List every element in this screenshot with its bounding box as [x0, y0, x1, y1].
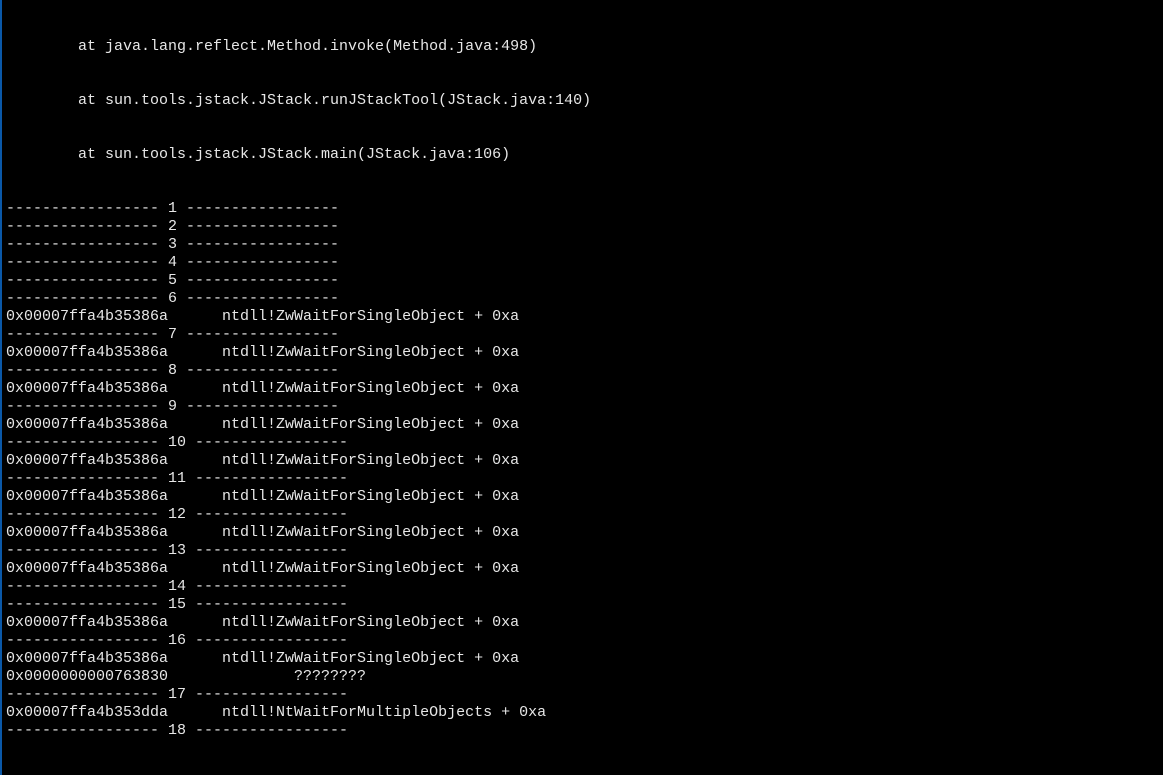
native-frame-line: 0x0000000000763830 ????????: [6, 668, 1163, 686]
stack-trace-line: at sun.tools.jstack.JStack.main(JStack.j…: [6, 146, 1163, 164]
thread-separator: ----------------- 6 -----------------: [6, 290, 1163, 308]
native-frame-line: 0x00007ffa4b35386a ntdll!ZwWaitForSingle…: [6, 650, 1163, 668]
native-frame-line: 0x00007ffa4b35386a ntdll!ZwWaitForSingle…: [6, 452, 1163, 470]
thread-separator: ----------------- 1 -----------------: [6, 200, 1163, 218]
thread-separator: ----------------- 13 -----------------: [6, 542, 1163, 560]
native-frame-line: 0x00007ffa4b35386a ntdll!ZwWaitForSingle…: [6, 524, 1163, 542]
thread-dump-entries: ----------------- 1 --------------------…: [6, 200, 1163, 740]
thread-separator: ----------------- 7 -----------------: [6, 326, 1163, 344]
thread-separator: ----------------- 17 -----------------: [6, 686, 1163, 704]
thread-separator: ----------------- 8 -----------------: [6, 362, 1163, 380]
thread-separator: ----------------- 15 -----------------: [6, 596, 1163, 614]
thread-separator: ----------------- 12 -----------------: [6, 506, 1163, 524]
thread-separator: ----------------- 18 -----------------: [6, 722, 1163, 740]
native-frame-line: 0x00007ffa4b35386a ntdll!ZwWaitForSingle…: [6, 308, 1163, 326]
thread-separator: ----------------- 5 -----------------: [6, 272, 1163, 290]
native-frame-line: 0x00007ffa4b35386a ntdll!ZwWaitForSingle…: [6, 488, 1163, 506]
thread-separator: ----------------- 3 -----------------: [6, 236, 1163, 254]
native-frame-line: 0x00007ffa4b35386a ntdll!ZwWaitForSingle…: [6, 416, 1163, 434]
native-frame-line: 0x00007ffa4b35386a ntdll!ZwWaitForSingle…: [6, 560, 1163, 578]
thread-separator: ----------------- 14 -----------------: [6, 578, 1163, 596]
native-frame-line: 0x00007ffa4b35386a ntdll!ZwWaitForSingle…: [6, 344, 1163, 362]
thread-separator: ----------------- 4 -----------------: [6, 254, 1163, 272]
thread-separator: ----------------- 10 -----------------: [6, 434, 1163, 452]
stack-trace-line: at java.lang.reflect.Method.invoke(Metho…: [6, 38, 1163, 56]
stack-trace-line: at sun.tools.jstack.JStack.runJStackTool…: [6, 92, 1163, 110]
terminal-output: at java.lang.reflect.Method.invoke(Metho…: [0, 0, 1163, 775]
native-frame-line: 0x00007ffa4b353dda ntdll!NtWaitForMultip…: [6, 704, 1163, 722]
native-frame-line: 0x00007ffa4b35386a ntdll!ZwWaitForSingle…: [6, 380, 1163, 398]
thread-separator: ----------------- 11 -----------------: [6, 470, 1163, 488]
thread-separator: ----------------- 2 -----------------: [6, 218, 1163, 236]
thread-separator: ----------------- 16 -----------------: [6, 632, 1163, 650]
thread-separator: ----------------- 9 -----------------: [6, 398, 1163, 416]
native-frame-line: 0x00007ffa4b35386a ntdll!ZwWaitForSingle…: [6, 614, 1163, 632]
